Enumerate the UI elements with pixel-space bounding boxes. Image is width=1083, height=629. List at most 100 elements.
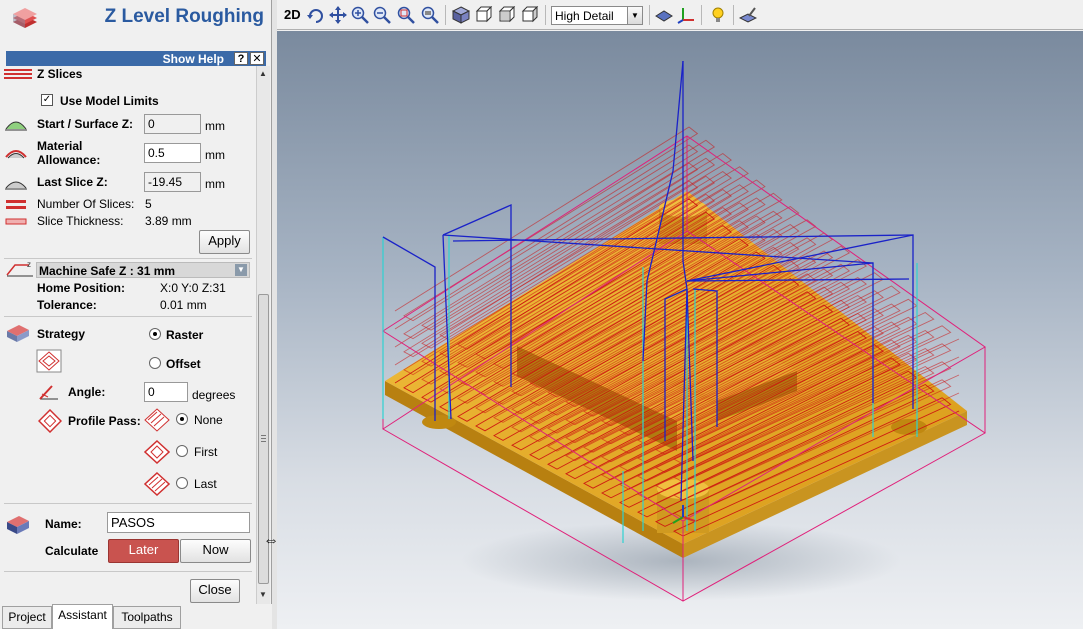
view-toolbar: 2D High Detail ▼ <box>277 0 1083 30</box>
zoom-window-icon[interactable] <box>397 6 415 24</box>
raster-radio[interactable] <box>149 328 161 340</box>
close-button[interactable]: Close <box>190 579 240 603</box>
panel-tabs: Project Assistant Toolpaths <box>0 604 272 629</box>
apply-button[interactable]: Apply <box>199 230 250 254</box>
z-slices-icon <box>4 69 32 79</box>
calculate-now-button[interactable]: Now <box>180 539 251 563</box>
safe-z-label: Machine Safe Z : 31 mm <box>39 264 176 278</box>
num-slices-icon <box>6 200 26 209</box>
scroll-up-icon[interactable]: ▲ <box>259 69 267 78</box>
angle-unit: degrees <box>192 388 236 402</box>
tolerance-value: 0.01 mm <box>160 298 207 312</box>
tab-assistant[interactable]: Assistant <box>52 604 113 629</box>
toolpath-preview <box>382 60 986 602</box>
toolpath-icon <box>7 516 29 534</box>
material-allowance-icon <box>5 150 27 159</box>
profile-none-radio[interactable] <box>176 413 188 425</box>
surface-z-icon <box>5 121 27 131</box>
calculate-label: Calculate <box>45 544 99 558</box>
strategy-label: Strategy <box>37 327 86 341</box>
use-model-limits-label: Use Model Limits <box>60 94 159 108</box>
profile-first-label: First <box>194 445 218 459</box>
profile-pass-label: Profile Pass: <box>68 414 141 428</box>
profile-first-icon <box>144 440 170 464</box>
home-position-value: X:0 Y:0 Z:31 <box>160 281 226 295</box>
profile-pass-icon <box>38 409 62 433</box>
slice-thickness-label: Slice Thickness: <box>37 214 124 228</box>
toolbar-separator <box>701 5 702 25</box>
show-help-link[interactable]: Show Help <box>163 52 224 66</box>
toolbar-separator <box>649 5 650 25</box>
panel-scrollbar[interactable]: ▲ ▼ <box>256 66 270 604</box>
tab-project[interactable]: Project <box>2 606 52 629</box>
num-slices-label: Number Of Slices: <box>37 197 135 211</box>
top-view-icon[interactable] <box>475 6 493 24</box>
profile-last-label: Last <box>194 477 217 491</box>
front-view-icon[interactable] <box>498 6 516 24</box>
help-button[interactable]: ? <box>234 52 248 65</box>
chevron-down-icon[interactable]: ▼ <box>235 264 247 276</box>
light-bulb-icon[interactable] <box>709 6 727 24</box>
offset-radio[interactable] <box>149 357 161 369</box>
num-slices-value: 5 <box>145 197 152 211</box>
side-view-icon[interactable] <box>521 6 539 24</box>
last-slice-unit: mm <box>205 177 225 191</box>
render-quality-select[interactable]: High Detail ▼ <box>551 6 643 25</box>
rotate-icon[interactable] <box>307 6 325 24</box>
toolpath-name-field[interactable]: PASOS <box>107 512 250 533</box>
view-2d-button[interactable]: 2D <box>284 7 301 22</box>
panel-header: Z Level Roughing <box>0 0 272 48</box>
angle-label: Angle: <box>68 385 106 399</box>
offset-pattern-icon <box>36 349 62 373</box>
last-slice-field[interactable]: -19.45 <box>144 172 201 192</box>
profile-first-radio[interactable] <box>176 445 188 457</box>
material-allowance-unit: mm <box>205 148 225 162</box>
strategy-icon <box>7 325 29 342</box>
zoom-out-icon[interactable] <box>373 6 391 24</box>
material-allowance-field[interactable]: 0.5 <box>144 143 201 163</box>
shaded-view-icon[interactable] <box>655 6 673 24</box>
use-model-limits-checkbox[interactable]: ✓ <box>41 94 53 106</box>
page-title: Z Level Roughing <box>104 6 264 27</box>
raster-label: Raster <box>166 328 204 342</box>
last-slice-icon <box>5 181 27 190</box>
tab-toolpaths[interactable]: Toolpaths <box>113 606 181 629</box>
angle-field[interactable]: 0 <box>144 382 188 402</box>
offset-label: Offset <box>166 357 201 371</box>
profile-none-label: None <box>194 413 223 427</box>
toolbar-separator <box>445 5 446 25</box>
3d-viewport[interactable] <box>277 31 1083 629</box>
z-level-roughing-icon <box>13 8 37 28</box>
tolerance-label: Tolerance: <box>37 298 97 312</box>
z-slices-heading: Z Slices <box>37 67 83 81</box>
divider <box>4 571 252 572</box>
safe-z-dropdown[interactable]: Machine Safe Z : 31 mm ▼ <box>36 262 250 278</box>
divider <box>4 316 252 317</box>
name-label: Name: <box>45 517 82 531</box>
angle-icon <box>39 385 58 400</box>
toolbar-separator <box>545 5 546 25</box>
toolbar-separator <box>733 5 734 25</box>
start-z-field[interactable]: 0 <box>144 114 201 134</box>
iso-view-icon[interactable] <box>452 6 470 24</box>
zoom-in-icon[interactable] <box>351 6 369 24</box>
render-quality-value: High Detail <box>555 9 614 23</box>
slice-thickness-icon <box>5 218 27 225</box>
close-panel-button[interactable]: ✕ <box>250 52 264 65</box>
calculate-later-button[interactable]: Later <box>108 539 179 563</box>
pan-icon[interactable] <box>329 6 347 24</box>
scroll-down-icon[interactable]: ▼ <box>259 590 267 599</box>
last-slice-label: Last Slice Z: <box>37 175 108 189</box>
zoom-extents-icon[interactable] <box>421 6 439 24</box>
profile-last-radio[interactable] <box>176 477 188 489</box>
start-z-unit: mm <box>205 119 225 133</box>
safe-z-icon: z <box>6 260 33 277</box>
home-position-label: Home Position: <box>37 281 126 295</box>
svg-text:z: z <box>27 260 31 269</box>
help-bar: Show Help ? ✕ <box>6 51 266 66</box>
material-settings-icon[interactable] <box>739 6 757 24</box>
assistant-form: Z Slices ✓ Use Model Limits Start / Surf… <box>0 66 256 604</box>
chevron-down-icon[interactable]: ▼ <box>627 7 642 24</box>
material-allowance-label: Material Allowance: <box>37 139 101 167</box>
axes-icon[interactable] <box>677 6 695 24</box>
